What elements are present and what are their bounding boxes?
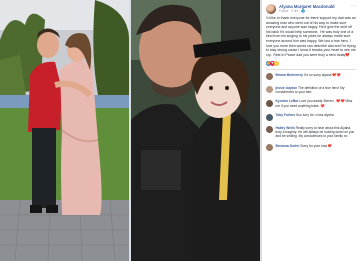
graduation-photo-image (131, 0, 260, 261)
facebook-post-panel: Alyana Margaret Macdonald Follow · 3 hrs… (262, 0, 360, 261)
sad-reaction-icon: ☹ (274, 61, 279, 67)
commenter-name[interactable]: Briana McInerney (276, 73, 303, 77)
comment-item: Toby Forbes Soo sory for u loss alysha (266, 113, 356, 121)
comment-text: I'm so sorry alyana ❤️❤️ (303, 72, 341, 77)
comment-item: Briana McInerney I'm so sorry alyana ❤️❤… (266, 73, 356, 81)
reactions-bar[interactable]: 👍 ♥ ☹ (262, 60, 360, 67)
more-options-icon[interactable]: ··· (351, 4, 356, 9)
commenter-avatar[interactable] (266, 73, 273, 81)
photo-graduation-selfie[interactable] (131, 0, 260, 261)
comment-text: Soo sory for u loss alysha (295, 113, 334, 118)
commenter-avatar[interactable] (266, 113, 273, 121)
commenter-name[interactable]: Breanna Dorler (276, 144, 300, 148)
commenter-avatar[interactable] (266, 126, 273, 134)
divider (266, 69, 356, 70)
comment-item: Breanna Dorler Sorry for your loss ❤️ (266, 144, 356, 152)
comment-item: jessie clayton The definition of a true … (266, 86, 356, 95)
commenter-avatar[interactable] (266, 86, 273, 94)
comment-text: Sorry for your loss ❤️ (300, 143, 333, 148)
author-avatar[interactable] (266, 4, 276, 14)
commenter-avatar[interactable] (266, 99, 273, 107)
comments-list: Briana McInerney I'm so sorry alyana ❤️❤… (262, 72, 360, 158)
post-meta: Follow · 3 hrs · 🌎 (279, 9, 305, 13)
comment-item: Hailey Wells Really sorry to hear about … (266, 126, 356, 139)
post-header: Alyana Margaret Macdonald Follow · 3 hrs… (262, 0, 360, 16)
commenter-avatar[interactable] (266, 144, 273, 152)
prom-photo-image (0, 0, 129, 261)
post-text: I'd like to thank everyone for there sup… (266, 16, 356, 57)
comment-item: Kyrston LeBar Love you daddy Steven , ❤️… (266, 99, 356, 108)
photo-father-daughter-prom[interactable] (0, 0, 129, 261)
commenter-name[interactable]: Toby Forbes (276, 113, 296, 117)
